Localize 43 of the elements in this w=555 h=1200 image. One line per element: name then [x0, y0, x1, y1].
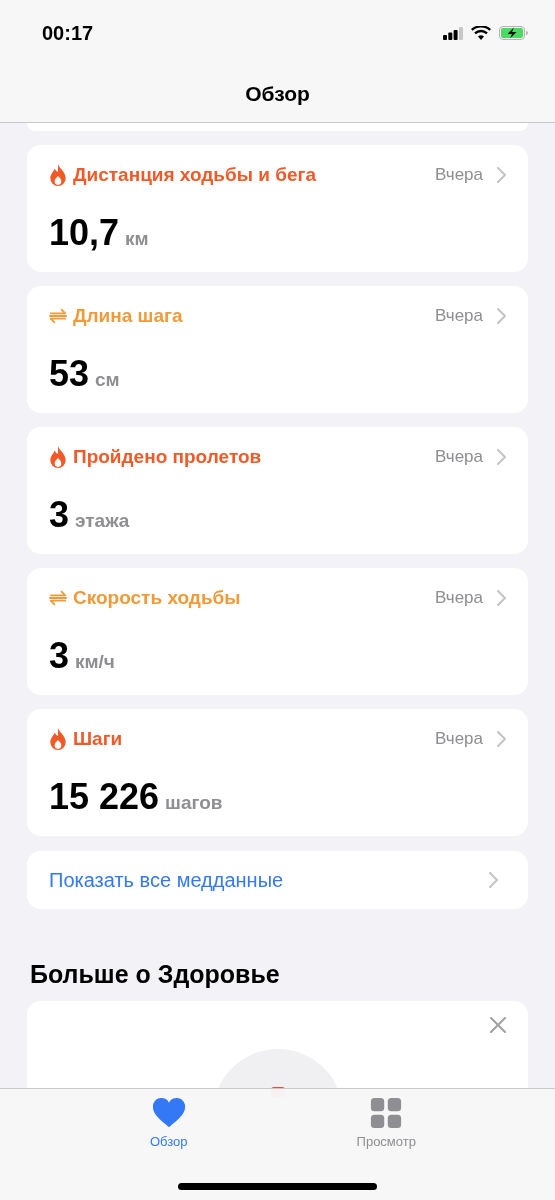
metric-value: 15 226: [49, 776, 160, 818]
metric-card[interactable]: Шаги Вчера 15 226 шагов: [27, 709, 528, 836]
metric-unit: км: [125, 228, 149, 250]
section-heading: Больше о Здоровье: [30, 959, 281, 989]
metric-unit: см: [95, 369, 120, 391]
metric-unit: этажа: [75, 510, 130, 532]
show-all-row[interactable]: Показать все медданные: [27, 851, 528, 909]
grid-icon: [369, 1097, 404, 1129]
metric-value: 10,7: [49, 212, 120, 254]
metric-date: Вчера: [435, 588, 483, 608]
wifi-icon: [471, 26, 491, 40]
metric-title: Дистанция ходьбы и бега: [73, 164, 318, 186]
battery-charging-icon: [499, 26, 529, 40]
metric-card[interactable]: Дистанция ходьбы и бега Вчера 10,7 км: [27, 145, 528, 272]
metric-title: Скорость ходьбы: [73, 587, 242, 609]
chevron-icon: [489, 872, 498, 888]
metric-value: 3: [49, 494, 70, 536]
metric-title: Пройдено пролетов: [73, 446, 263, 468]
metric-unit: шагов: [165, 792, 223, 814]
metric-date: Вчера: [435, 306, 483, 326]
metric-card[interactable]: Скорость ходьбы Вчера 3 км/ч: [27, 568, 528, 695]
heart-icon: [151, 1097, 186, 1129]
metric-value: 53: [49, 353, 90, 395]
metric-date: Вчера: [435, 447, 483, 467]
metric-title: Шаги: [73, 728, 124, 750]
status-time: 00:17: [42, 21, 94, 45]
close-icon[interactable]: [490, 1017, 506, 1033]
show-all-link[interactable]: Показать все медданные: [49, 868, 284, 892]
metric-value: 3: [49, 635, 70, 677]
metric-unit: км/ч: [75, 651, 115, 673]
chevron-icon: [497, 731, 506, 747]
tab-button[interactable]: Обзор: [113, 1097, 224, 1149]
metric-card[interactable]: Длина шага Вчера 53 см: [27, 286, 528, 413]
signal-icon: [443, 26, 463, 40]
metric-date: Вчера: [435, 165, 483, 185]
chevron-icon: [497, 308, 506, 324]
metric-card[interactable]: Пройдено пролетов Вчера 3 этажа: [27, 427, 528, 554]
chevron-icon: [497, 449, 506, 465]
chevron-icon: [497, 167, 506, 183]
chevron-icon: [497, 590, 506, 606]
metric-title: Длина шага: [73, 305, 184, 327]
screen-title: Обзор: [245, 82, 310, 106]
metric-date: Вчера: [435, 729, 483, 749]
